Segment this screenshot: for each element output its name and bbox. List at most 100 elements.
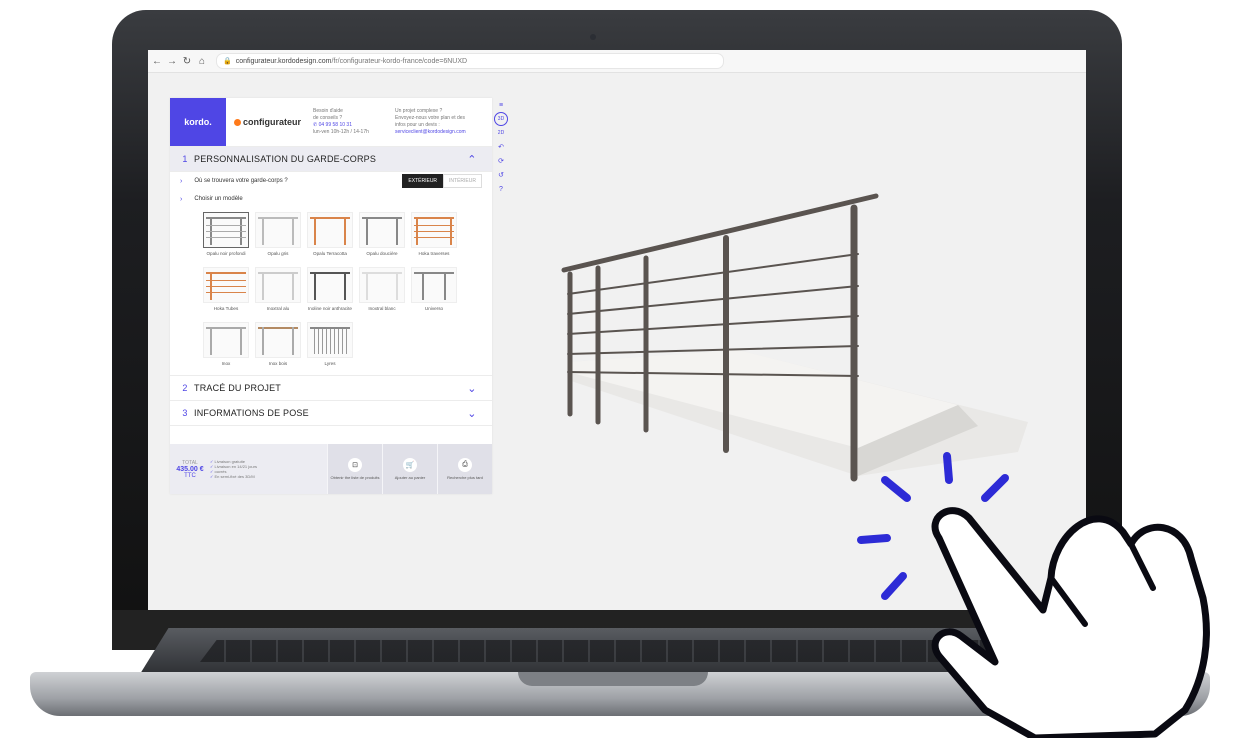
burst-ray	[943, 452, 953, 484]
perks-list: Livraison gratuite Livraison en 14/21 jo…	[210, 459, 274, 479]
model-thumbnail	[307, 212, 353, 248]
undo-icon[interactable]: ↶	[498, 140, 504, 154]
option-exterieur[interactable]: EXTÉRIEUR	[402, 174, 444, 188]
project-contact: Un projet complexe ? Envoyez-nous votre …	[395, 108, 489, 136]
model-card[interactable]: Inox bois	[252, 322, 304, 373]
reset-icon[interactable]: ↺	[498, 168, 504, 182]
location-row: › Où se trouvera votre garde-corps ? EXT…	[170, 172, 492, 190]
model-card[interactable]: Opalu doucière	[356, 212, 408, 263]
perk-item: En semi-fixé des 3D/M	[210, 474, 274, 479]
help-line: de conseils ?	[313, 115, 343, 121]
burst-ray	[857, 534, 891, 544]
model-card[interactable]: Inoxtral alu	[252, 267, 304, 318]
hand-outline	[931, 507, 1210, 738]
browser-toolbar: ← → ↻ ⌂ 🔒 configurateur.kordodesign.com …	[148, 50, 1086, 73]
model-card[interactable]: Opalu Terracotta	[304, 212, 356, 263]
burst-ray	[881, 476, 911, 502]
model-thumbnail	[255, 212, 301, 248]
model-thumbnail	[203, 322, 249, 358]
cart-icon: 🛒	[403, 458, 417, 472]
help-line: Besoin d'aide	[313, 108, 343, 114]
section-informations[interactable]: 3 INFORMATIONS DE POSE ⌄	[170, 401, 492, 426]
project-line: Un projet complexe ?	[395, 108, 443, 114]
model-name: Hoka traverses	[418, 251, 450, 256]
model-name: Opalu noir profondi	[206, 251, 246, 256]
model-prompt-row: › Choisir un modèle	[170, 190, 492, 208]
view-3d-button[interactable]: 3D	[494, 112, 508, 126]
rotate-icon[interactable]: ⟳	[498, 154, 504, 168]
url-host: configurateur.kordodesign.com	[235, 57, 332, 65]
location-question: Où se trouvera votre garde-corps ?	[194, 178, 288, 184]
summary-footer: TOTAL 435.00 € TTC Livraison gratuite Li…	[170, 444, 492, 494]
home-icon[interactable]: ⌂	[196, 56, 208, 67]
list-icon: ⊡	[348, 458, 362, 472]
model-card[interactable]: Opalu gris	[252, 212, 304, 263]
model-name: Universo	[424, 306, 444, 311]
help-hours: lun-ven 10h-12h / 14-17h	[313, 129, 369, 135]
add-to-cart-button[interactable]: 🛒 Ajouter au panier	[382, 444, 437, 494]
hand-pointer-icon	[857, 452, 1210, 738]
project-line: infos pour un devis :	[395, 122, 440, 128]
action-label: Obtenir the liste de produits	[330, 475, 380, 480]
section-title: PERSONNALISATION DU GARDE-CORPS	[194, 154, 377, 164]
location-toggle: EXTÉRIEUR INTÉRIEUR	[402, 174, 482, 188]
model-card[interactable]: Lyres	[304, 322, 356, 373]
reload-icon[interactable]: ↻	[181, 56, 193, 67]
burst-ray	[881, 572, 907, 600]
model-thumbnail	[255, 267, 301, 303]
save-later-button[interactable]: ⎙ Recherche plus tard	[437, 444, 492, 494]
model-name: Hoka Tubes	[213, 306, 239, 311]
camera-dot	[590, 34, 596, 40]
help-contact: Besoin d'aide de conseils ? ✆ 04 99 58 1…	[313, 108, 391, 136]
kordo-logo[interactable]: kordo.	[170, 98, 226, 146]
model-grid: Opalu noir profondi Opalu gris Opalu Ter…	[170, 208, 492, 373]
model-card[interactable]: Hoka traverses	[408, 212, 460, 263]
view-2d-button[interactable]: 2D	[498, 126, 504, 140]
model-card[interactable]: Universo	[408, 267, 460, 318]
model-thumbnail	[411, 212, 457, 248]
section-number: 3	[182, 408, 188, 418]
project-line: Envoyez-nous votre plan et des	[395, 115, 466, 121]
product-list-button[interactable]: ⊡ Obtenir the liste de produits	[327, 444, 382, 494]
action-label: Recherche plus tard	[447, 475, 483, 480]
menu-icon[interactable]: ≡	[499, 98, 503, 112]
back-icon[interactable]: ←	[151, 56, 163, 67]
model-thumbnail	[411, 267, 457, 303]
model-name: Opalu Terracotta	[313, 251, 347, 256]
chevron-down-icon[interactable]: ⌄	[452, 407, 492, 420]
burst-ray	[981, 474, 1009, 502]
option-interieur[interactable]: INTÉRIEUR	[443, 174, 482, 188]
configurator-panel: kordo. configurateur Besoin d'aide de co…	[170, 98, 492, 494]
model-thumbnail	[307, 322, 353, 358]
help-phone[interactable]: ✆ 04 99 58 10 31	[313, 122, 391, 129]
model-card[interactable]: Opalu noir profondi	[200, 212, 252, 263]
brand-dot-icon	[234, 118, 241, 126]
model-prompt: Choisir un modèle	[194, 196, 243, 202]
model-name: Opalu gris	[267, 251, 289, 256]
model-card[interactable]: Inox	[200, 322, 252, 373]
total-block: TOTAL 435.00 € TTC	[170, 460, 210, 479]
section-trace[interactable]: 2 TRACÉ DU PROJET ⌄	[170, 375, 492, 401]
model-card[interactable]: Inoline noir anthracite	[304, 267, 356, 318]
section-title: TRACÉ DU PROJET	[194, 383, 282, 393]
project-email[interactable]: serviceclient@kordodesign.com	[395, 129, 489, 136]
chevron-down-icon[interactable]: ⌄	[452, 382, 492, 395]
address-bar[interactable]: 🔒 configurateur.kordodesign.com /fr/conf…	[216, 53, 724, 69]
url-path: /fr/configurateur-kordo-france/code=6NUX…	[331, 57, 468, 65]
chevron-right-icon: ›	[180, 195, 183, 203]
action-label: Ajouter au panier	[394, 475, 426, 480]
3d-viewer[interactable]	[528, 190, 1028, 490]
forward-icon[interactable]: →	[166, 56, 178, 67]
footer-actions: ⊡ Obtenir the liste de produits 🛒 Ajoute…	[327, 444, 492, 494]
chevron-right-icon: ›	[180, 177, 183, 185]
section-personnalisation[interactable]: 1 PERSONNALISATION DU GARDE-CORPS ⌃	[170, 147, 492, 172]
model-thumbnail	[307, 267, 353, 303]
help-icon[interactable]: ?	[499, 182, 503, 196]
configurateur-label: configurateur	[243, 117, 302, 127]
model-card[interactable]: Hoka Tubes	[200, 267, 252, 318]
panel-header: kordo. configurateur Besoin d'aide de co…	[170, 98, 492, 147]
chevron-up-icon[interactable]: ⌃	[452, 153, 492, 166]
model-card[interactable]: Inoxtral blanc	[356, 267, 408, 318]
model-thumbnail	[203, 267, 249, 303]
total-price: 435.00 €	[176, 465, 204, 473]
